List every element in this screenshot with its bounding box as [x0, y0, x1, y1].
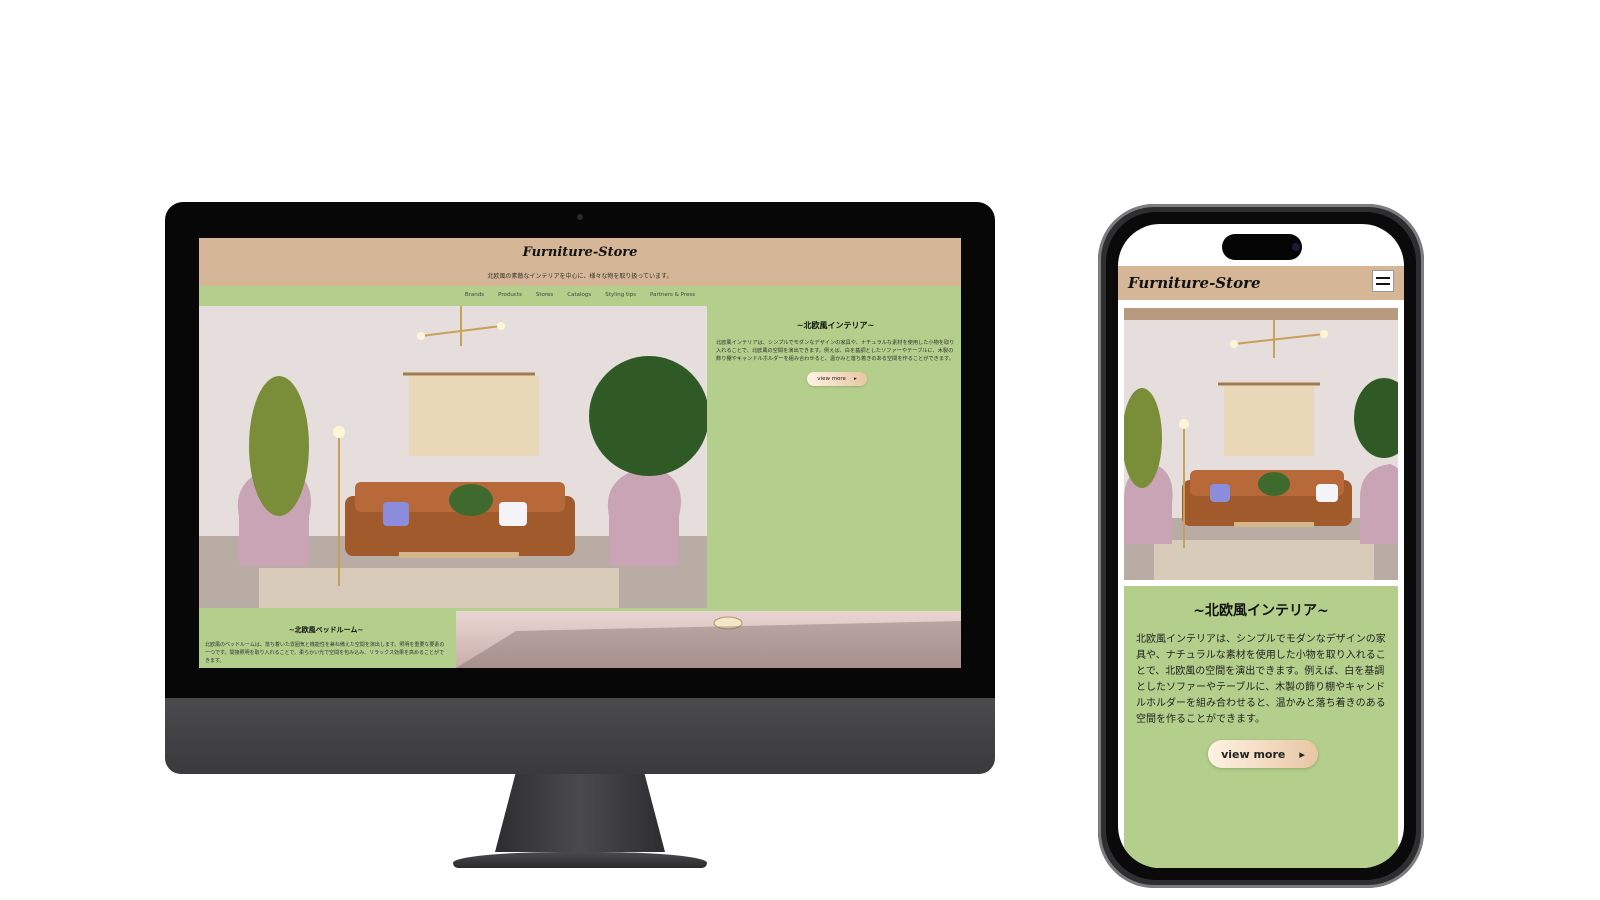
phone-bezel: Furniture-Store ~北欧風インテリア~ 北欧風インテリアは、シンプ…	[1106, 212, 1416, 880]
bedroom-section: ~北欧風ベッドルーム~ 北欧風のベッドルームは、落ち着いた雰囲気と機能性を兼ね備…	[199, 611, 453, 668]
mobile-view-more-button[interactable]: view more ▸	[1208, 740, 1318, 768]
nav-item-partners-press[interactable]: Partners & Press	[650, 292, 695, 298]
site-header: Furniture-Store 北欧風の素敵なインテリアを中心に、様々な物を取り…	[199, 238, 961, 286]
nav-item-catalogs[interactable]: Catalogs	[567, 292, 591, 298]
menu-line	[1376, 283, 1390, 285]
camera-dot	[577, 214, 583, 220]
mobile-section-title: ~北欧風インテリア~	[1193, 603, 1329, 619]
arrow-right-icon: ▸	[1299, 747, 1305, 761]
mobile-screen: Furniture-Store ~北欧風インテリア~ 北欧風インテリアは、シンプ…	[1118, 224, 1404, 868]
bedroom-section-body: 北欧風のベッドルームは、落ち着いた雰囲気と機能性を兼ね備えた空間を演出します。照…	[205, 642, 445, 664]
mobile-phone: Furniture-Store ~北欧風インテリア~ 北欧風インテリアは、シンプ…	[1098, 204, 1424, 888]
menu-line	[1376, 277, 1390, 279]
mobile-header: Furniture-Store	[1118, 266, 1404, 300]
desktop-screen: Furniture-Store 北欧風の素敵なインテリアを中心に、様々な物を取り…	[199, 238, 961, 668]
mobile-site-logo[interactable]: Furniture-Store	[1128, 274, 1261, 292]
nav-item-styling-tips[interactable]: Styling tips	[605, 292, 636, 298]
hero-living-room-photo	[199, 306, 707, 608]
main-nav: Brands Products Stores Catalogs Styling …	[199, 286, 961, 303]
arrow-right-icon: ▸	[853, 376, 857, 382]
mobile-section-body: 北欧風インテリアは、シンプルでモダンなデザインの家具や、ナチュラルな素材を使用し…	[1136, 634, 1386, 725]
site-logo[interactable]: Furniture-Store	[199, 245, 961, 260]
front-camera-icon	[1292, 243, 1300, 251]
mobile-hero-section: ~北欧風インテリア~ 北欧風インテリアは、シンプルでモダンなデザインの家具や、ナ…	[1124, 586, 1398, 868]
monitor-stand-base	[453, 852, 707, 868]
hamburger-menu-icon[interactable]	[1372, 270, 1394, 292]
nav-item-stores[interactable]: Stores	[536, 292, 553, 298]
desktop-monitor: Furniture-Store 北欧風の素敵なインテリアを中心に、様々な物を取り…	[165, 202, 995, 868]
bedroom-section-title: ~北欧風ベッドルーム~	[288, 626, 364, 634]
site-tagline: 北欧風の素敵なインテリアを中心に、様々な物を取り扱っています。	[487, 273, 673, 280]
nav-item-brands[interactable]: Brands	[465, 292, 484, 298]
hero-section-body: 北欧風インテリアは、シンプルでモダンなデザインの家具や、ナチュラルな素材を使用し…	[716, 340, 955, 362]
monitor-stand	[495, 774, 665, 852]
view-more-button[interactable]: view more ▸	[807, 372, 867, 386]
mobile-view-more-label: view more	[1221, 747, 1286, 761]
mobile-hero-photo	[1124, 308, 1398, 580]
ceiling-lamp-icon	[456, 616, 961, 668]
dynamic-island	[1222, 234, 1302, 260]
hero-section-title: ~北欧風インテリア~	[796, 321, 875, 330]
nav-item-products[interactable]: Products	[498, 292, 522, 298]
hero-side-panel: ~北欧風インテリア~ 北欧風インテリアは、シンプルでモダンなデザインの家具や、ナ…	[710, 306, 961, 608]
bedroom-photo	[456, 611, 961, 668]
monitor-chin	[165, 698, 995, 774]
monitor-bezel: Furniture-Store 北欧風の素敵なインテリアを中心に、様々な物を取り…	[165, 202, 995, 698]
view-more-label: view more	[817, 376, 846, 382]
